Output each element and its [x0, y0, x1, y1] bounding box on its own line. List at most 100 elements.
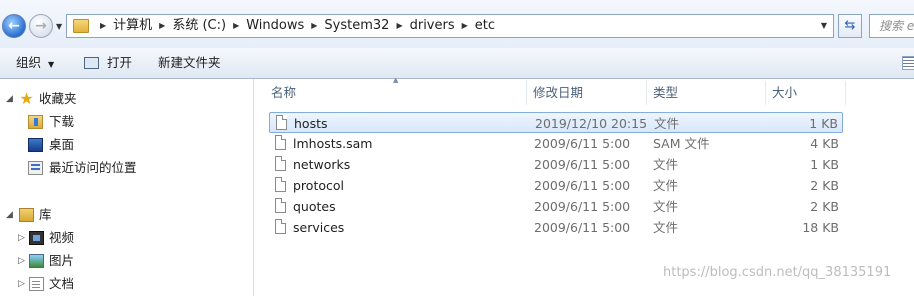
view-options-icon[interactable]	[902, 56, 914, 70]
file-modified: 2009/6/11 5:00	[534, 199, 631, 214]
watermark-text: https://blog.csdn.net/qq_38135191	[663, 265, 892, 280]
column-header-type[interactable]: 类型	[653, 81, 678, 105]
file-type: SAM 文件	[653, 136, 710, 151]
breadcrumb-system32[interactable]: System32	[324, 18, 389, 33]
breadcrumb-chevron-icon[interactable]: ▶	[462, 21, 468, 30]
breadcrumb-chevron-icon[interactable]: ▶	[159, 21, 165, 30]
pictures-icon	[29, 254, 44, 268]
file-name: networks	[293, 157, 351, 172]
search-placeholder: 搜索 etc	[879, 19, 914, 33]
file-modified: 2009/6/11 5:00	[534, 220, 631, 235]
sidebar-item-label: 库	[39, 207, 52, 222]
breadcrumb-chevron-icon[interactable]: ▶	[233, 21, 239, 30]
recent-pages-dropdown-icon[interactable]: ▼	[56, 22, 62, 31]
column-divider[interactable]	[646, 81, 647, 105]
file-type: 文件	[653, 178, 679, 193]
open-button[interactable]: 打开	[84, 48, 132, 78]
breadcrumb-chevron-icon[interactable]: ▶	[311, 21, 317, 30]
navigation-pane: ◢ ★ 收藏夹 下载 桌面 最近访问的位置 ◢ 库 ▷ 视频 ▷ 图片 ▷ 文档	[0, 79, 254, 296]
collapsed-triangle-icon[interactable]: ▷	[18, 274, 25, 294]
address-dropdown-icon[interactable]: ▼	[821, 15, 827, 37]
file-name: services	[293, 220, 345, 235]
back-arrow-icon: ←	[8, 18, 20, 34]
open-label: 打开	[107, 55, 133, 70]
new-folder-label: 新建文件夹	[158, 55, 221, 70]
new-folder-button[interactable]: 新建文件夹	[158, 48, 221, 78]
folder-icon	[73, 19, 89, 33]
file-type: 文件	[653, 157, 679, 172]
search-input[interactable]: 搜索 etc	[869, 14, 914, 38]
downloads-folder-icon	[28, 115, 43, 129]
organize-button[interactable]: 组织 ▼	[16, 48, 54, 78]
file-modified: 2019/12/10 20:15	[535, 116, 648, 131]
sidebar-item-label: 桌面	[49, 137, 75, 152]
file-name: lmhosts.sam	[293, 136, 373, 151]
breadcrumb-chevron-icon[interactable]: ▶	[396, 21, 402, 30]
address-bar-region: ← → ▼ ▶ 计算机 ▶ 系统 (C:) ▶ Windows ▶ System32 ▶ driv…	[0, 0, 914, 48]
star-icon: ★	[19, 89, 34, 108]
breadcrumb: ▶ 计算机 ▶ 系统 (C:) ▶ Windows ▶ System32 ▶ drivers ▶ et…	[93, 15, 495, 37]
collapsed-triangle-icon[interactable]: ▷	[18, 251, 25, 271]
file-icon	[275, 219, 286, 234]
file-row-hosts[interactable]: hosts 2019/12/10 20:15 文件 1 KB	[269, 112, 843, 133]
sort-ascending-icon: ▲	[393, 76, 399, 84]
file-size: 18 KB	[802, 220, 839, 235]
forward-button[interactable]: →	[29, 14, 53, 38]
file-modified: 2009/6/11 5:00	[534, 136, 631, 151]
videos-icon	[29, 231, 44, 245]
documents-icon	[29, 277, 44, 291]
organize-label: 组织	[16, 55, 42, 70]
breadcrumb-chevron-icon[interactable]: ▶	[100, 21, 106, 30]
desktop-icon	[28, 138, 43, 152]
file-size: 4 KB	[810, 136, 839, 151]
sidebar-item-label: 文档	[49, 276, 75, 291]
breadcrumb-windows[interactable]: Windows	[246, 18, 304, 33]
sidebar-item-label: 最近访问的位置	[49, 160, 137, 175]
expanded-triangle-icon[interactable]: ◢	[6, 89, 13, 109]
column-header-size[interactable]: 大小	[772, 81, 797, 105]
column-divider[interactable]	[526, 81, 527, 105]
address-field[interactable]: ▶ 计算机 ▶ 系统 (C:) ▶ Windows ▶ System32 ▶ drivers ▶ et…	[66, 14, 834, 38]
file-size: 1 KB	[809, 116, 838, 131]
file-size: 2 KB	[810, 199, 839, 214]
libraries-icon	[19, 208, 34, 222]
file-row-services[interactable]: services 2009/6/11 5:00 文件 18 KB	[269, 217, 843, 238]
column-divider[interactable]	[765, 81, 766, 105]
file-row-quotes[interactable]: quotes 2009/6/11 5:00 文件 2 KB	[269, 196, 843, 217]
recent-places-icon	[28, 161, 43, 175]
sidebar-item-label: 下载	[49, 114, 75, 129]
file-name: hosts	[294, 116, 328, 131]
chevron-down-icon: ▼	[48, 60, 55, 69]
open-icon	[84, 56, 99, 69]
file-row-networks[interactable]: networks 2009/6/11 5:00 文件 1 KB	[269, 154, 843, 175]
file-icon	[276, 115, 287, 130]
refresh-button[interactable]: ⇆	[838, 14, 862, 38]
file-icon	[275, 198, 286, 213]
file-name: quotes	[293, 199, 336, 214]
file-size: 2 KB	[810, 178, 839, 193]
file-icon	[275, 177, 286, 192]
file-row-protocol[interactable]: protocol 2009/6/11 5:00 文件 2 KB	[269, 175, 843, 196]
column-header-modified[interactable]: 修改日期	[533, 81, 583, 105]
file-row-lmhosts[interactable]: lmhosts.sam 2009/6/11 5:00 SAM 文件 4 KB	[269, 133, 843, 154]
file-type: 文件	[653, 199, 679, 214]
breadcrumb-drivers[interactable]: drivers	[410, 18, 455, 33]
file-type: 文件	[654, 116, 680, 131]
breadcrumb-computer[interactable]: 计算机	[113, 18, 152, 33]
sidebar-item-label: 收藏夹	[39, 91, 77, 106]
file-type: 文件	[653, 220, 679, 235]
sidebar-item-label: 图片	[49, 253, 75, 268]
column-divider[interactable]	[845, 81, 846, 105]
expanded-triangle-icon[interactable]: ◢	[6, 205, 13, 225]
file-size: 1 KB	[810, 157, 839, 172]
breadcrumb-drive-c[interactable]: 系统 (C:)	[172, 18, 226, 33]
file-icon	[275, 156, 286, 171]
back-button[interactable]: ←	[2, 14, 26, 38]
file-modified: 2009/6/11 5:00	[534, 157, 631, 172]
column-header-name[interactable]: 名称	[271, 81, 296, 105]
collapsed-triangle-icon[interactable]: ▷	[18, 228, 25, 248]
file-modified: 2009/6/11 5:00	[534, 178, 631, 193]
breadcrumb-etc[interactable]: etc	[475, 18, 495, 33]
sidebar-item-label: 视频	[49, 230, 75, 245]
refresh-icon: ⇆	[844, 18, 856, 33]
